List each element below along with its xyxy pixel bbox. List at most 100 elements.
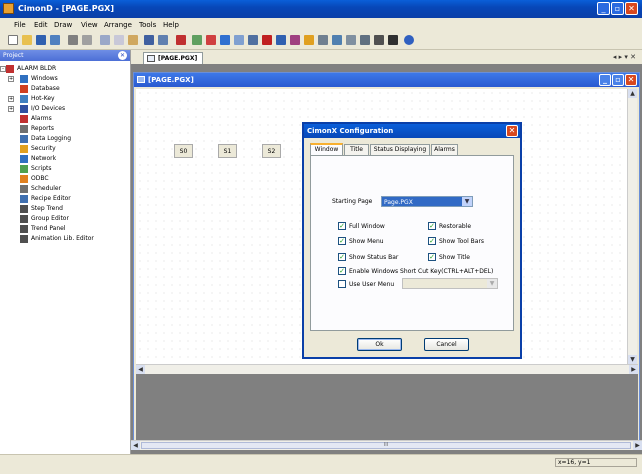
tree-item[interactable]: Data Logging (0, 134, 130, 144)
grid-icon[interactable] (234, 35, 244, 45)
menu-file[interactable]: File (14, 21, 26, 29)
canvas-vertical-scrollbar[interactable]: ▲ ▼ (627, 89, 637, 364)
show-status-bar-checkbox[interactable]: ✓ (338, 253, 346, 261)
window-icon[interactable] (220, 35, 230, 45)
show-title-checkbox[interactable]: ✓ (428, 253, 436, 261)
tree-item[interactable]: + Hot-Key (0, 94, 130, 104)
paste-icon[interactable] (128, 35, 138, 45)
tab-status-displaying[interactable]: Status Displaying (370, 144, 430, 155)
show-tool-bars-checkbox[interactable]: ✓ (428, 237, 436, 245)
dialog-close-button[interactable]: ✕ (506, 125, 518, 137)
help-icon[interactable] (404, 35, 414, 45)
menu-view[interactable]: View (81, 21, 98, 29)
tree-item[interactable]: Animation Lib. Editor (0, 234, 130, 244)
scroll-left-icon[interactable]: ◀ (136, 365, 145, 374)
tree-expander-icon[interactable]: + (8, 96, 14, 102)
canvas-button-s2[interactable]: S2 (262, 144, 281, 158)
new-file-icon[interactable] (8, 35, 18, 45)
tab-controls[interactable]: ◂ ▸ ▾ ✕ (613, 53, 636, 61)
key-icon[interactable] (304, 35, 314, 45)
menu-help[interactable]: Help (163, 21, 179, 29)
scroll-up-icon[interactable]: ▲ (628, 89, 637, 98)
tree-expander-icon[interactable]: + (8, 76, 14, 82)
group-editor-icon (20, 215, 28, 223)
report-icon[interactable] (318, 35, 328, 45)
app-icon (3, 3, 14, 14)
copy-icon[interactable] (114, 35, 124, 45)
tree-item[interactable]: + Windows (0, 74, 130, 84)
alarm-icon[interactable] (262, 35, 272, 45)
canvas-button-s0[interactable]: S0 (174, 144, 193, 158)
tree-item[interactable]: Scripts (0, 164, 130, 174)
tree-item[interactable]: Step Trend (0, 204, 130, 214)
trend-icon[interactable] (332, 35, 342, 45)
child-minimize-button[interactable]: _ (599, 74, 611, 86)
save-icon[interactable] (36, 35, 46, 45)
show-menu-checkbox[interactable]: ✓ (338, 237, 346, 245)
tree-item[interactable]: ODBC (0, 174, 130, 184)
find-icon[interactable] (144, 35, 154, 45)
child-close-button[interactable]: ✕ (625, 74, 637, 86)
menu-tools[interactable]: Tools (139, 21, 156, 29)
menu-edit[interactable]: Edit (34, 21, 48, 29)
tree-item[interactable]: + I/O Devices (0, 104, 130, 114)
scroll-left-icon[interactable]: ◀ (131, 441, 140, 450)
tree-item[interactable]: Network (0, 154, 130, 164)
tree-item[interactable]: Scheduler (0, 184, 130, 194)
use-user-menu-checkbox[interactable] (338, 280, 346, 288)
close-button[interactable]: ✕ (625, 2, 638, 15)
scroll-right-icon[interactable]: ▶ (633, 441, 642, 450)
tab-title[interactable]: Title (344, 144, 369, 155)
table-icon[interactable] (346, 35, 356, 45)
scheduler-icon[interactable] (360, 35, 370, 45)
script-icon[interactable] (290, 35, 300, 45)
tab-alarms[interactable]: Alarms (431, 144, 458, 155)
chart-icon[interactable] (248, 35, 258, 45)
tree-item[interactable]: Group Editor (0, 214, 130, 224)
tree-item[interactable]: Alarms (0, 114, 130, 124)
save-all-icon[interactable] (50, 35, 60, 45)
print-preview-icon[interactable] (82, 35, 92, 45)
tree-expander-icon[interactable]: + (8, 106, 14, 112)
tag-icon[interactable] (176, 35, 186, 45)
ok-button[interactable]: Ok (357, 338, 402, 351)
run-icon[interactable] (374, 35, 384, 45)
status-bar: x=16, y=1 (0, 454, 642, 474)
restorable-checkbox[interactable]: ✓ (428, 222, 436, 230)
cancel-button[interactable]: Cancel (424, 338, 469, 351)
starting-page-select[interactable]: Page.PGX ▼ (381, 196, 473, 207)
tree-item[interactable]: Reports (0, 124, 130, 134)
tree-item[interactable]: Database (0, 84, 130, 94)
scroll-right-icon[interactable]: ▶ (629, 365, 638, 374)
scroll-thumb[interactable]: III (141, 442, 631, 449)
open-folder-icon[interactable] (22, 35, 32, 45)
pencil-icon[interactable] (206, 35, 216, 45)
canvas-horizontal-scrollbar[interactable]: ◀ ▶ (136, 364, 638, 374)
restore-button[interactable]: ▫ (611, 2, 624, 15)
document-tab-bar: [PAGE.PGX] ◂ ▸ ▾ ✕ (131, 50, 642, 64)
panel-close-icon[interactable]: ✕ (118, 51, 127, 60)
alarm-icon (20, 115, 28, 123)
tab-page-pgx[interactable]: [PAGE.PGX] (143, 52, 203, 64)
enable-shortcut-checkbox[interactable]: ✓ (338, 267, 346, 275)
chevron-down-icon[interactable]: ▼ (462, 197, 472, 206)
minimize-button[interactable]: _ (597, 2, 610, 15)
canvas-button-s1[interactable]: S1 (218, 144, 237, 158)
print-icon[interactable] (68, 35, 78, 45)
workspace-horizontal-scrollbar[interactable]: ◀ III ▶ (131, 440, 642, 450)
tree-item-label: Step Trend (31, 205, 63, 212)
scroll-down-icon[interactable]: ▼ (628, 355, 637, 364)
tree-item[interactable]: Recipe Editor (0, 194, 130, 204)
tool-icon[interactable] (192, 35, 202, 45)
child-maximize-button[interactable]: ▫ (612, 74, 624, 86)
tree-item[interactable]: Security (0, 144, 130, 154)
cut-icon[interactable] (100, 35, 110, 45)
menu-draw[interactable]: Draw (54, 21, 72, 29)
full-window-checkbox[interactable]: ✓ (338, 222, 346, 230)
database-icon[interactable] (276, 35, 286, 45)
menu-arrange[interactable]: Arrange (104, 21, 132, 29)
stop-icon[interactable] (388, 35, 398, 45)
tree-item[interactable]: Trend Panel (0, 224, 130, 234)
tree-item[interactable]: - ALARM BLDR (0, 64, 130, 74)
replace-icon[interactable] (158, 35, 168, 45)
